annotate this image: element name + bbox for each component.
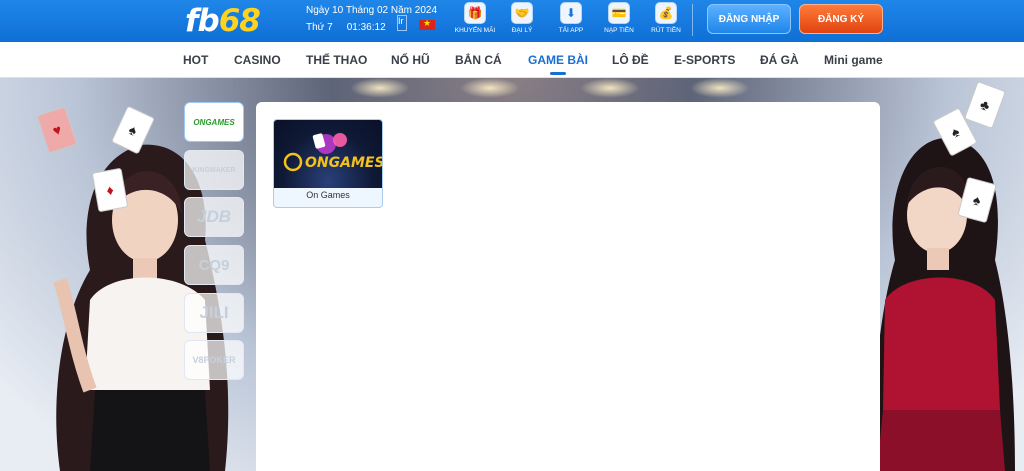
logo-text-68: 68: [218, 3, 261, 39]
provider-label: V8POKER: [192, 355, 236, 365]
fb68-logo[interactable]: fb 68: [185, 0, 261, 42]
gift-icon: 🎁: [464, 2, 486, 24]
nav-item-lo-de[interactable]: LÔ ĐỀ: [612, 42, 649, 78]
nav-item-e-sports[interactable]: E-SPORTS: [674, 42, 735, 78]
nav-item-game-bai[interactable]: GAME BÀI: [528, 42, 588, 78]
quick-nav-deposit[interactable]: 💳 NẠP TIỀN: [594, 2, 644, 34]
nav-item-ban-ca[interactable]: BẮN CÁ: [455, 42, 502, 78]
nav-item-hot[interactable]: HOT: [183, 42, 208, 78]
game-thumbnail: ONGAMES: [274, 120, 382, 188]
login-button[interactable]: ĐĂNG NHẬP: [707, 4, 791, 34]
date-line: Ngày 10 Tháng 02 Năm 2024: [306, 5, 438, 16]
quick-nav-withdraw[interactable]: 💰 RÚT TIỀN: [641, 2, 691, 34]
provider-label: JILI: [199, 303, 229, 322]
language-image[interactable]: Ir: [397, 15, 407, 31]
quick-nav-label: NẠP TIỀN: [604, 27, 634, 34]
wallet-icon: 💳: [608, 2, 630, 24]
quick-nav-download-app[interactable]: ⬇ TẢI APP: [546, 2, 596, 34]
quick-nav-label: TẢI APP: [558, 27, 584, 34]
header-divider: [692, 4, 693, 36]
provider-label: JDB: [196, 207, 231, 226]
register-button[interactable]: ĐĂNG KÝ: [799, 4, 883, 34]
chandelier-light: [460, 78, 520, 98]
nav-item-da-ga[interactable]: ĐÁ GÀ: [760, 42, 799, 78]
provider-label: ONGAMES: [193, 117, 235, 127]
right-model-illustration: [873, 138, 1015, 471]
download-app-icon: ⬇: [560, 2, 582, 24]
chandelier-light: [690, 78, 750, 98]
provider-jili[interactable]: JILI: [184, 293, 244, 333]
chandelier-light: [350, 78, 410, 98]
clock: 01:36:12: [346, 22, 386, 33]
chandelier-light: [580, 78, 640, 98]
provider-label: CQ9: [198, 256, 230, 274]
quick-nav-promotion[interactable]: 🎁 KHUYẾN MÃI: [450, 2, 500, 34]
vietnam-flag-icon[interactable]: [419, 18, 435, 30]
quick-nav-label: RÚT TIỀN: [651, 27, 681, 34]
provider-v8poker[interactable]: V8POKER: [184, 340, 244, 380]
nav-item-the-thao[interactable]: THỂ THAO: [306, 42, 367, 78]
nav-item-casino[interactable]: CASINO: [234, 42, 281, 78]
provider-ongames[interactable]: ONGAMES: [184, 102, 244, 142]
nav-item-mini-game[interactable]: Mini game: [824, 42, 883, 78]
main-nav: HOT CASINO THỂ THAO NỔ HŨ BẮN CÁ GAME BÀ…: [0, 42, 1024, 78]
withdraw-icon: 💰: [655, 2, 677, 24]
weekday: Thứ 7: [306, 22, 333, 33]
quick-nav-label: ĐẠI LÝ: [511, 27, 533, 34]
nav-item-no-hu[interactable]: NỔ HŨ: [391, 42, 430, 78]
game-card-on-games[interactable]: ONGAMES On Games: [273, 119, 383, 208]
quick-nav-label: KHUYẾN MÃI: [454, 27, 496, 34]
handshake-icon: 🤝: [511, 2, 533, 24]
ongames-thumb-text: ONGAMES: [305, 155, 382, 171]
provider-kingmaker[interactable]: KINGMAKER: [184, 150, 244, 190]
date-time-display: Ngày 10 Tháng 02 Năm 2024 Thứ 7 01:36:12: [306, 3, 437, 36]
provider-cq9[interactable]: CQ9: [184, 245, 244, 285]
provider-jdb[interactable]: JDB: [184, 197, 244, 237]
top-header: fb 68 Ngày 10 Tháng 02 Năm 2024 Thứ 7 01:…: [0, 0, 1024, 42]
logo-text-fb: fb: [185, 3, 220, 39]
provider-label: KINGMAKER: [192, 166, 236, 174]
quick-nav-agent[interactable]: 🤝 ĐẠI LÝ: [497, 2, 547, 34]
game-name: On Games: [306, 190, 350, 200]
ongames-logo-icon: ONGAMES: [283, 133, 382, 172]
